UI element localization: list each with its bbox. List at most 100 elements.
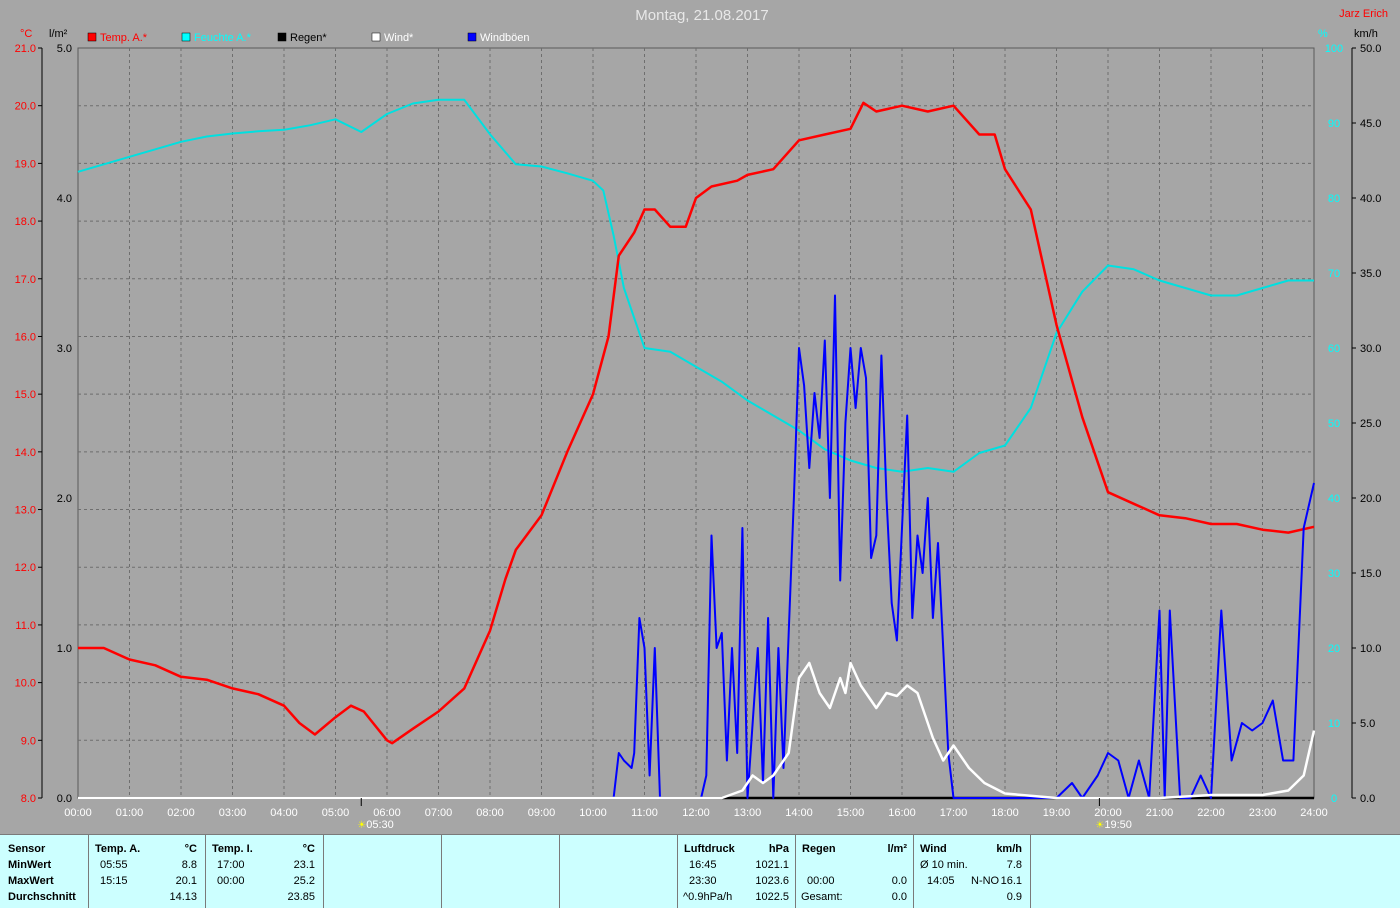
temp-i-max-value: 25.2 xyxy=(293,875,315,887)
temp-i-max-time: 00:00 xyxy=(217,875,245,887)
temp-i-min-value: 23.1 xyxy=(293,859,315,871)
humidity-tick-label: 80 xyxy=(1328,193,1340,205)
x-tick-label: 12:00 xyxy=(682,807,710,819)
wind-max-direction: N-NO xyxy=(971,875,1000,887)
x-tick-label: 03:00 xyxy=(219,807,247,819)
humidity-tick-label: 60 xyxy=(1328,343,1340,355)
x-tick-label: 14:00 xyxy=(785,807,813,819)
temp-a-avg-value: 14.13 xyxy=(169,891,197,903)
wind-max-time: 14:05 xyxy=(927,875,955,887)
row-label-avg: Durchschnitt xyxy=(8,891,76,903)
x-tick-label: 04:00 xyxy=(270,807,298,819)
x-tick-label: 10:00 xyxy=(579,807,607,819)
row-label-min: MinWert xyxy=(8,859,52,871)
sun-marker-label: 05:30 xyxy=(366,819,394,830)
temp-a-min-time: 05:55 xyxy=(100,859,128,871)
x-tick-label: 11:00 xyxy=(631,807,658,819)
rain-total-value: 0.0 xyxy=(891,891,907,903)
temp-tick-label: 19.0 xyxy=(15,158,36,170)
temp-a-unit: °C xyxy=(184,843,197,855)
humidity-tick-label: 50 xyxy=(1328,418,1340,430)
pressure-max-value: 1023.6 xyxy=(755,875,789,887)
pressure-column: Luftdruck hPa 16:45 23:30 ^0.9hPa/h 1021… xyxy=(677,835,796,908)
wind-tick-label: 35.0 xyxy=(1360,268,1381,280)
pressure-trend: ^0.9hPa/h xyxy=(683,891,733,903)
wind-avg10-value: 7.8 xyxy=(1006,859,1022,871)
rain-tick-label: 3.0 xyxy=(57,343,72,355)
temp-tick-label: 14.0 xyxy=(15,447,36,459)
wind-tick-label: 5.0 xyxy=(1360,718,1375,730)
x-tick-label: 05:00 xyxy=(322,807,350,819)
wind-unit-label: km/h xyxy=(1354,28,1378,40)
humidity-unit-label: % xyxy=(1318,28,1328,40)
humidity-tick-label: 0 xyxy=(1331,793,1337,805)
sensor-header: Sensor xyxy=(8,843,46,855)
wind-column: Wind km/h Ø 10 min. 14:05 N-NO 7.8 16.1 … xyxy=(913,835,1031,908)
humidity-tick-label: 70 xyxy=(1328,268,1340,280)
rain-header: Regen xyxy=(802,843,836,855)
wind-tick-label: 20.0 xyxy=(1360,493,1381,505)
x-tick-label: 21:00 xyxy=(1146,807,1174,819)
x-tick-label: 06:00 xyxy=(373,807,401,819)
temp-tick-label: 13.0 xyxy=(15,505,36,517)
legend-label: Regen* xyxy=(290,32,327,44)
x-tick-label: 13:00 xyxy=(734,807,762,819)
x-tick-label: 08:00 xyxy=(476,807,504,819)
temp-i-unit: °C xyxy=(302,843,315,855)
temp-i-header: Temp. I. xyxy=(212,843,253,855)
wind-avg-value: 0.9 xyxy=(1006,891,1022,903)
temp-i-min-time: 17:00 xyxy=(217,859,245,871)
pressure-header: Luftdruck xyxy=(684,843,735,855)
temp-unit-label: °C xyxy=(20,28,32,40)
temp-tick-label: 10.0 xyxy=(15,678,36,690)
temp-a-column: Temp. A. °C 05:55 15:15 8.8 20.1 14.13 xyxy=(88,835,206,908)
wind-tick-label: 45.0 xyxy=(1360,118,1381,130)
x-tick-label: 01:00 xyxy=(116,807,144,819)
rain-unit-label: l/m² xyxy=(49,28,68,40)
x-tick-label: 15:00 xyxy=(837,807,865,819)
x-tick-label: 24:00 xyxy=(1300,807,1328,819)
x-tick-label: 00:00 xyxy=(64,807,92,819)
temp-tick-label: 20.0 xyxy=(15,101,36,113)
wind-header: Wind xyxy=(920,843,947,855)
legend-swatch xyxy=(277,32,287,42)
humidity-tick-label: 90 xyxy=(1328,118,1340,130)
x-tick-label: 20:00 xyxy=(1094,807,1122,819)
x-tick-label: 02:00 xyxy=(167,807,195,819)
statistics-panel: Sensor MinWert MaxWert Durchschnitt Temp… xyxy=(0,834,1400,908)
row-label-max: MaxWert xyxy=(8,875,54,887)
weather-chart: Montag, 21.08.2017 Jarz Erich °C l/m² % … xyxy=(15,7,1388,830)
rain-tick-label: 2.0 xyxy=(57,493,72,505)
temp-i-column: Temp. I. °C 17:00 00:00 23.1 25.2 23.85 xyxy=(205,835,324,908)
x-tick-label: 07:00 xyxy=(425,807,453,819)
legend-label: Temp. A.* xyxy=(100,32,148,44)
x-tick-label: 18:00 xyxy=(991,807,1019,819)
legend-label: Feuchte A.* xyxy=(194,32,252,44)
empty-column-3 xyxy=(559,835,678,908)
temp-a-header: Temp. A. xyxy=(95,843,141,855)
temp-tick-label: 18.0 xyxy=(15,216,36,228)
legend-label: Wind* xyxy=(384,32,414,44)
rain-total-label: Gesamt: xyxy=(801,891,843,903)
humidity-tick-label: 30 xyxy=(1328,568,1340,580)
legend: Temp. A.* Feuchte A.* Regen* Wind* Windböen xyxy=(87,32,530,44)
wind-tick-label: 0.0 xyxy=(1360,793,1375,805)
x-tick-label: 17:00 xyxy=(940,807,968,819)
wind-tick-label: 15.0 xyxy=(1360,568,1381,580)
temp-a-min-value: 8.8 xyxy=(181,859,197,871)
rain-tick-label: 0.0 xyxy=(57,793,72,805)
humidity-tick-label: 100 xyxy=(1325,43,1343,55)
legend-swatch xyxy=(371,32,381,42)
x-tick-label: 09:00 xyxy=(528,807,556,819)
humidity-tick-label: 10 xyxy=(1328,718,1340,730)
rain-unit: l/m² xyxy=(887,843,907,855)
temp-tick-label: 12.0 xyxy=(15,562,36,574)
temp-a-max-value: 20.1 xyxy=(175,875,197,887)
temp-tick-label: 11.0 xyxy=(15,620,36,632)
sunrise-icon: ☀ xyxy=(357,820,366,830)
wind-tick-label: 10.0 xyxy=(1360,643,1381,655)
wind-tick-label: 50.0 xyxy=(1360,43,1381,55)
wind-unit: km/h xyxy=(996,843,1022,855)
temp-tick-label: 15.0 xyxy=(15,389,36,401)
pressure-unit: hPa xyxy=(768,843,789,855)
